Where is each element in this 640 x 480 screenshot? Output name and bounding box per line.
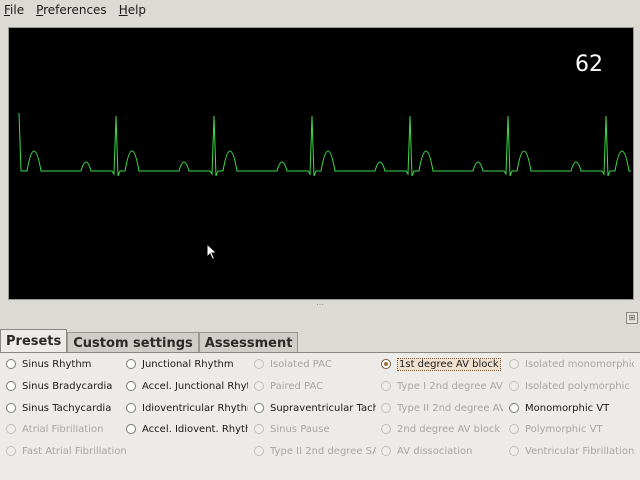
- preset-label: Accel. Junctional Rhyth: [142, 380, 248, 392]
- preset-option: Fast Atrial Fibrillation: [6, 442, 128, 460]
- preset-option: Isolated monomorphic: [509, 355, 634, 373]
- radio-button: [254, 381, 264, 391]
- menu-help[interactable]: Help: [119, 3, 146, 17]
- preset-option[interactable]: Sinus Bradycardia: [6, 377, 128, 395]
- preset-label: Isolated PAC: [270, 358, 332, 370]
- menu-label-rest: elp: [127, 3, 147, 17]
- ecg-waveform: [18, 112, 631, 177]
- preset-option: Paired PAC: [254, 377, 376, 395]
- menu-bar: File Preferences Help: [0, 0, 640, 20]
- radio-button: [381, 381, 391, 391]
- preset-option[interactable]: Accel. Idiovent. Rhythr: [126, 420, 248, 438]
- radio-button: [509, 381, 519, 391]
- preset-option: Isolated PAC: [254, 355, 376, 373]
- radio-button: [6, 424, 16, 434]
- preset-label: Type II 2nd degree AV: [397, 402, 503, 414]
- preset-option[interactable]: Idioventricular Rhythm: [126, 399, 248, 417]
- preset-label: 2nd degree AV block (2: [397, 423, 503, 435]
- radio-button[interactable]: [126, 381, 136, 391]
- radio-button: [509, 359, 519, 369]
- menu-mnemonic: H: [118, 3, 128, 17]
- preset-option: Type II 2nd degree SA: [254, 442, 376, 460]
- radio-button[interactable]: [509, 403, 519, 413]
- tab-custom-settings[interactable]: Custom settings: [67, 332, 199, 353]
- radio-button: [6, 446, 16, 456]
- radio-button[interactable]: [381, 359, 391, 369]
- radio-button: [381, 403, 391, 413]
- radio-button: [254, 424, 264, 434]
- radio-button[interactable]: [126, 403, 136, 413]
- preset-option: Type I 2nd degree AV t: [381, 377, 503, 395]
- preset-label: Monomorphic VT: [525, 402, 610, 414]
- preset-option: AV dissociation: [381, 442, 503, 460]
- preset-option[interactable]: Junctional Rhythm: [126, 355, 248, 373]
- preset-label: Isolated polymorphic P: [525, 380, 634, 392]
- preset-option: Sinus Pause: [254, 420, 376, 438]
- preset-label: Paired PAC: [270, 380, 324, 392]
- radio-button[interactable]: [6, 381, 16, 391]
- preset-label: AV dissociation: [397, 445, 473, 457]
- menu-label-rest: ile: [10, 3, 25, 17]
- preset-label: Type II 2nd degree SA: [270, 445, 376, 457]
- radio-button[interactable]: [6, 403, 16, 413]
- preset-option: Isolated polymorphic P: [509, 377, 634, 395]
- menu-file[interactable]: File: [4, 3, 24, 17]
- preset-option[interactable]: Supraventricular Tachy: [254, 399, 376, 417]
- radio-button[interactable]: [6, 359, 16, 369]
- preset-option: Ventricular Fibrillation: [509, 442, 634, 460]
- tab-presets[interactable]: Presets: [0, 329, 68, 353]
- radio-button: [254, 446, 264, 456]
- mouse-pointer-icon: [206, 243, 218, 261]
- preset-label: Supraventricular Tachy: [270, 402, 376, 414]
- presets-panel: Sinus Rhythm Sinus Bradycardia Sinus Tachy…: [0, 352, 640, 480]
- detach-icon[interactable]: ⊞: [626, 312, 638, 324]
- preset-label: Sinus Rhythm: [22, 358, 92, 370]
- preset-option[interactable]: Monomorphic VT: [509, 399, 634, 417]
- preset-option: Polymorphic VT: [509, 420, 634, 438]
- preset-label: Atrial Fibrillation: [22, 423, 104, 435]
- tab-bar: Presets Custom settings Assessment: [0, 329, 299, 353]
- preset-option[interactable]: Accel. Junctional Rhyth: [126, 377, 248, 395]
- preset-option: Atrial Fibrillation: [6, 420, 128, 438]
- menu-label-rest: references: [43, 3, 107, 17]
- preset-option[interactable]: Sinus Rhythm: [6, 355, 128, 373]
- preset-label: Ventricular Fibrillation: [525, 445, 634, 457]
- radio-button: [381, 424, 391, 434]
- ecg-trace: [18, 112, 631, 177]
- preset-label: Accel. Idiovent. Rhythr: [142, 423, 248, 435]
- preset-option: 2nd degree AV block (2: [381, 420, 503, 438]
- ecg-monitor: 62: [8, 27, 634, 300]
- radio-button: [381, 446, 391, 456]
- preset-label: Sinus Pause: [270, 423, 330, 435]
- radio-button[interactable]: [126, 359, 136, 369]
- radio-button: [509, 424, 519, 434]
- preset-label: Junctional Rhythm: [142, 358, 234, 370]
- radio-button[interactable]: [126, 424, 136, 434]
- preset-label: Fast Atrial Fibrillation: [22, 445, 127, 457]
- radio-button: [509, 446, 519, 456]
- preset-label: Sinus Bradycardia: [22, 380, 113, 392]
- preset-label: 1st degree AV block: [397, 357, 501, 371]
- preset-label: Polymorphic VT: [525, 423, 603, 435]
- radio-button[interactable]: [254, 403, 264, 413]
- preset-option[interactable]: Sinus Tachycardia: [6, 399, 128, 417]
- tab-assessment[interactable]: Assessment: [198, 332, 299, 353]
- preset-label: Sinus Tachycardia: [22, 402, 112, 414]
- preset-label: Idioventricular Rhythm: [142, 402, 248, 414]
- radio-button: [254, 359, 264, 369]
- preset-label: Isolated monomorphic: [525, 358, 634, 370]
- preset-option[interactable]: 1st degree AV block: [381, 355, 503, 373]
- pane-splitter-handle[interactable]: ⋯: [314, 301, 326, 309]
- preset-option: Type II 2nd degree AV: [381, 399, 503, 417]
- menu-preferences[interactable]: Preferences: [36, 3, 107, 17]
- preset-label: Type I 2nd degree AV t: [397, 380, 503, 392]
- heart-rate-readout: 62: [575, 52, 603, 77]
